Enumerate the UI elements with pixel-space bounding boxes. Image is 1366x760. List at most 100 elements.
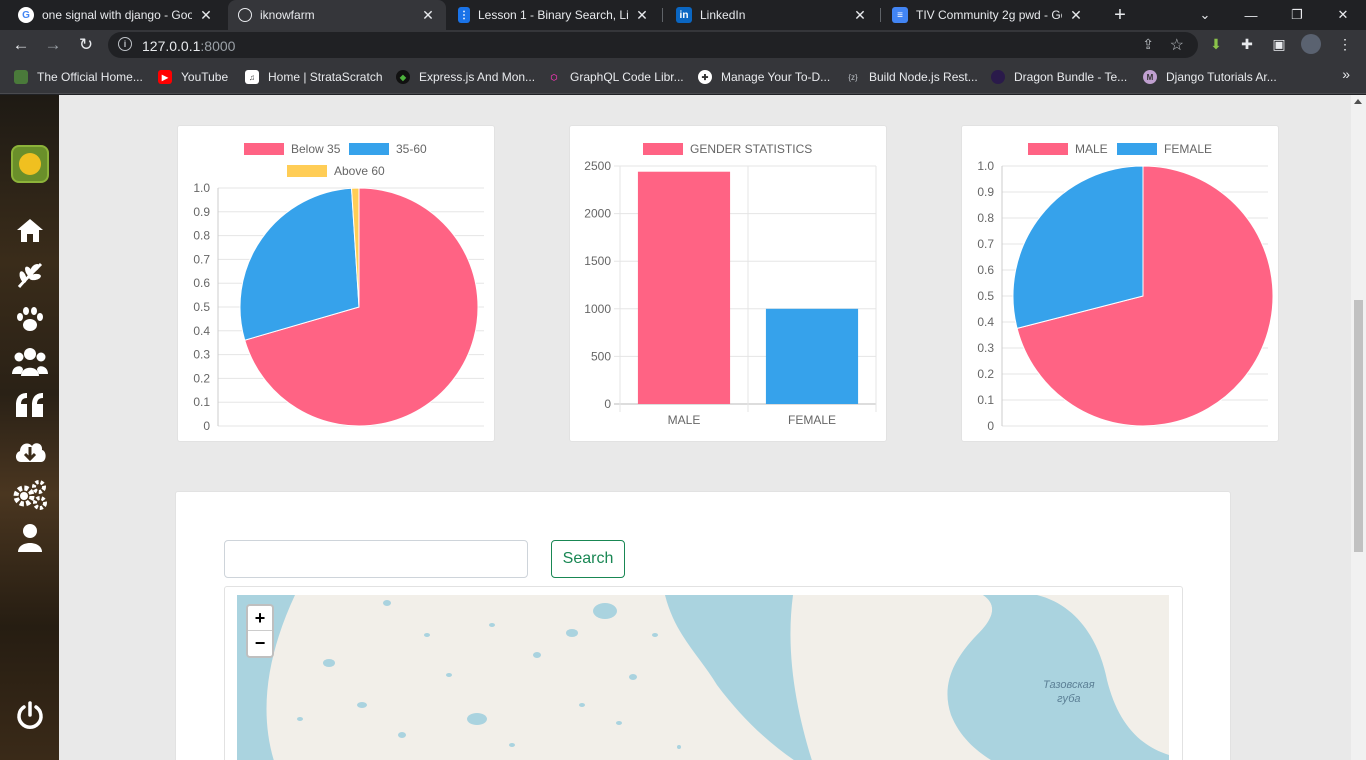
tick-label: 0.7 <box>977 237 994 251</box>
address-bar[interactable]: i 127.0.0.1:8000 ⇪ ☆ <box>108 32 1198 58</box>
close-icon[interactable]: ✕ <box>852 7 868 24</box>
bookmark-favicon-icon <box>14 70 28 84</box>
quote-icon[interactable] <box>12 390 48 420</box>
gender-pie-chart-card: MALE FEMALE 1.0 0.9 0.8 0.7 0.6 0.5 0.4 0.3 0.2 0… <box>961 125 1279 442</box>
search-button[interactable]: Search <box>551 540 625 578</box>
map-place-label: Тазовская губа <box>1043 679 1095 705</box>
youtube-icon: ▶ <box>158 70 172 84</box>
bookmark-item[interactable]: ⬡ GraphQL Code Libr... <box>547 68 684 86</box>
tick-label: 0 <box>604 397 611 411</box>
tick-label: 0.1 <box>977 393 994 407</box>
extensions-puzzle-icon[interactable]: ✚ <box>1237 34 1257 54</box>
tick-label: 500 <box>591 349 611 363</box>
gender-pie-chart: 1.0 0.9 0.8 0.7 0.6 0.5 0.4 0.3 0.2 0.1 0 <box>977 159 1274 433</box>
forward-button[interactable]: → <box>42 34 64 56</box>
tick-label: 0 <box>203 419 210 433</box>
site-info-icon[interactable]: i <box>118 37 132 51</box>
tick-label: 0.1 <box>193 395 210 409</box>
todo-icon: ✚ <box>698 70 712 84</box>
tick-label: 0.4 <box>977 315 994 329</box>
search-input[interactable] <box>224 540 528 578</box>
tab-lesson[interactable]: ⋮ Lesson 1 - Binary Search, Link ✕ <box>448 0 660 30</box>
django-tutorials-icon: M <box>1143 70 1157 84</box>
tick-label: 0.9 <box>193 205 210 219</box>
bookmarks-bar: The Official Home... ▶ YouTube ♫ Home | St… <box>0 60 1366 94</box>
plant-icon[interactable] <box>12 260 48 290</box>
bookmarks-overflow-button[interactable]: » <box>1342 66 1350 82</box>
tick-label: 0.8 <box>193 229 210 243</box>
tick-label: 0.7 <box>193 252 210 266</box>
tab-iknowfarm[interactable]: iknowfarm ✕ <box>228 0 446 30</box>
users-icon[interactable] <box>12 347 48 377</box>
tick-label: 1500 <box>584 254 611 268</box>
bookmark-item[interactable]: ♫ Home | StrataScratch <box>245 68 383 86</box>
download-extension-icon[interactable]: ⬇ <box>1206 34 1226 54</box>
tab-title: LinkedIn <box>700 8 746 22</box>
map[interactable]: + − Тазовская губа <box>237 595 1169 760</box>
bookmark-item[interactable]: ✚ Manage Your To-D... <box>698 68 830 86</box>
bookmark-star-icon[interactable]: ☆ <box>1170 35 1184 55</box>
graphql-icon: ⬡ <box>550 72 558 82</box>
age-chart-card: Below 35 35-60 Above 60 1.0 0.9 0.8 0.7 0.6 0… <box>177 125 495 442</box>
code-braces-icon: {z} <box>848 72 858 82</box>
paw-icon[interactable] <box>12 304 48 334</box>
cogs-icon[interactable] <box>12 479 48 510</box>
home-icon[interactable] <box>12 215 48 245</box>
reload-button[interactable]: ↻ <box>75 34 97 56</box>
tick-label: 0.9 <box>977 185 994 199</box>
page-scrollbar[interactable] <box>1351 95 1366 760</box>
close-window-button[interactable]: ✕ <box>1320 0 1366 30</box>
tab-title: TIV Community 2g pwd - Goo <box>916 8 1062 22</box>
cloud-download-icon[interactable] <box>12 435 48 465</box>
tick-label: 1000 <box>584 302 611 316</box>
sidebar <box>0 95 59 760</box>
tab-one-signal[interactable]: G one signal with django - Goo ✕ <box>8 0 224 30</box>
close-icon[interactable]: ✕ <box>198 7 214 24</box>
tab-separator <box>880 8 881 22</box>
back-button[interactable]: ← <box>10 34 32 56</box>
share-icon[interactable]: ⇪ <box>1142 36 1154 53</box>
tick-label: 0.6 <box>193 276 210 290</box>
tick-label: 0.8 <box>977 211 994 225</box>
bookmark-item[interactable]: ▶ YouTube <box>158 68 228 86</box>
dragon-icon <box>991 70 1005 84</box>
bookmark-item[interactable]: Dragon Bundle - Te... <box>991 68 1127 86</box>
app-logo[interactable] <box>11 145 49 183</box>
minimize-button[interactable]: — <box>1228 0 1274 30</box>
logo-leaf-icon <box>19 153 41 175</box>
google-docs-icon: ≡ <box>892 7 908 23</box>
side-panel-icon[interactable]: ▣ <box>1269 34 1289 54</box>
user-icon[interactable] <box>12 523 48 553</box>
new-tab-button[interactable]: + <box>1108 0 1132 30</box>
tick-label: 0.2 <box>193 371 210 385</box>
gender-bar-chart: 2500 2000 1500 1000 500 0 MALE FEMALE <box>584 159 877 427</box>
close-icon[interactable]: ✕ <box>420 7 436 24</box>
page-viewport: Below 35 35-60 Above 60 1.0 0.9 0.8 0.7 0.6 0… <box>0 95 1366 760</box>
map-tiles <box>266 595 1169 760</box>
profile-avatar[interactable] <box>1301 34 1321 54</box>
tick-label: 2500 <box>584 159 611 173</box>
tick-label: 0.3 <box>977 341 994 355</box>
bookmark-item[interactable]: M Django Tutorials Ar... <box>1143 68 1277 86</box>
tick-label: 1.0 <box>193 181 210 195</box>
zoom-out-button[interactable]: − <box>248 631 272 656</box>
tab-search-icon[interactable]: ⌄ <box>1182 0 1228 30</box>
zoom-in-button[interactable]: + <box>248 606 272 631</box>
tab-tiv-community[interactable]: ≡ TIV Community 2g pwd - Goo ✕ <box>882 0 1094 30</box>
close-icon[interactable]: ✕ <box>1068 7 1084 24</box>
scrollbar-thumb[interactable] <box>1354 300 1363 552</box>
scroll-up-arrow-icon[interactable] <box>1354 99 1362 104</box>
tab-linkedin[interactable]: in LinkedIn ✕ <box>666 0 878 30</box>
url-text: 127.0.0.1:8000 <box>142 38 235 54</box>
tick-label: 0.3 <box>193 348 210 362</box>
tick-label: 0.6 <box>977 263 994 277</box>
bookmark-item[interactable]: ◆ Express.js And Mon... <box>396 68 535 86</box>
bookmark-item[interactable]: The Official Home... <box>14 68 143 86</box>
power-icon[interactable] <box>12 700 48 730</box>
maximize-button[interactable]: ❐ <box>1274 0 1320 30</box>
close-icon[interactable]: ✕ <box>634 7 650 24</box>
menu-icon[interactable]: ⋮ <box>1335 34 1355 54</box>
map-zoom-control: + − <box>246 604 274 658</box>
tab-separator <box>662 8 663 22</box>
bookmark-item[interactable]: {z} Build Node.js Rest... <box>846 68 977 86</box>
